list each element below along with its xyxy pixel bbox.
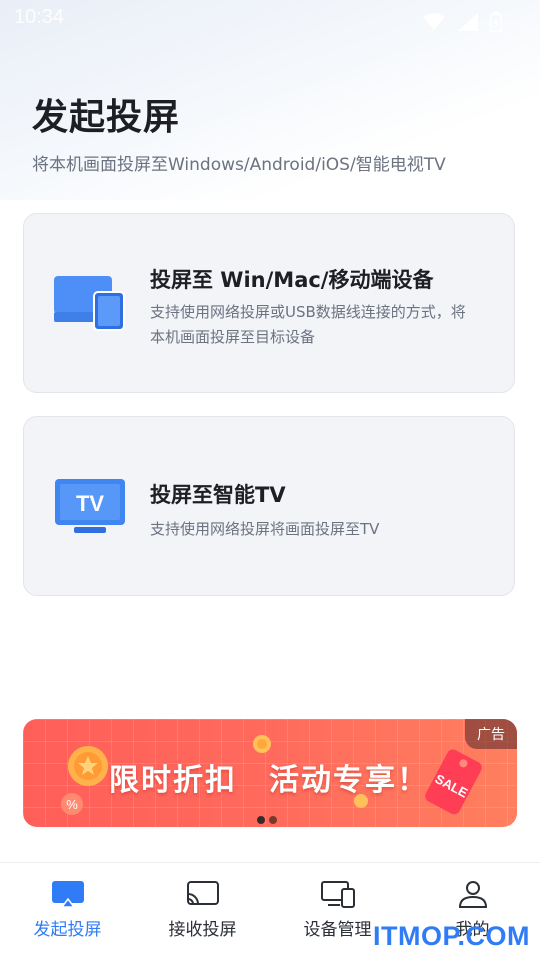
person-icon (458, 881, 487, 908)
ad-tag: 广告 (465, 719, 517, 749)
small-coin-icon (253, 735, 271, 753)
cast-to-tv-card[interactable]: TV 投屏至智能TV 支持使用网络投屏将画面投屏至TV (23, 416, 515, 596)
tv-icon-label: TV (76, 491, 104, 516)
receive-cast-icon (186, 881, 219, 905)
tab-label: 发起投屏 (33, 920, 102, 940)
laptop-phone-icon (52, 272, 126, 338)
cast-to-computer-card[interactable]: 投屏至 Win/Mac/移动端设备 支持使用网络投屏或USB数据线连接的方式，将… (23, 213, 515, 393)
cast-screen-icon (51, 881, 84, 908)
wifi-icon (423, 12, 446, 30)
status-icons (417, 8, 502, 32)
tab-receive[interactable]: 接收投屏 (135, 863, 270, 961)
devices-icon (320, 881, 355, 908)
battery-icon (490, 11, 502, 32)
carousel-dot-active (269, 816, 277, 824)
tab-label: 接收投屏 (168, 920, 237, 940)
card-description: 支持使用网络投屏将画面投屏至TV (150, 520, 380, 538)
percent-coin-icon: % (61, 793, 83, 815)
status-bar: 10:34 (0, 0, 540, 36)
watermark: ITMOP.COM (372, 921, 530, 951)
tab-cast[interactable]: 发起投屏 (0, 863, 135, 961)
status-time: 10:34 (14, 6, 65, 28)
ad-banner[interactable]: % 限时折扣 活动专享！ SALE 广告 (23, 719, 517, 827)
carousel-dot (257, 816, 265, 824)
tv-icon: TV (52, 475, 128, 541)
page-title: 发起投屏 (32, 97, 181, 138)
ad-text: 限时折扣 活动专享！ (109, 763, 429, 798)
card-title: 投屏至 Win/Mac/移动端设备 (150, 268, 434, 292)
page-subtitle: 将本机画面投屏至Windows/Android/iOS/智能电视TV (32, 155, 446, 175)
svg-text:%: % (66, 797, 78, 812)
coin-icon (68, 746, 108, 786)
carousel-indicator (257, 809, 281, 827)
card-description: 支持使用网络投屏或USB数据线连接的方式，将本机画面投屏至目标设备 (150, 303, 466, 346)
sale-tag-icon: SALE (425, 749, 482, 815)
card-title: 投屏至智能TV (150, 483, 286, 507)
signal-icon (457, 12, 478, 31)
